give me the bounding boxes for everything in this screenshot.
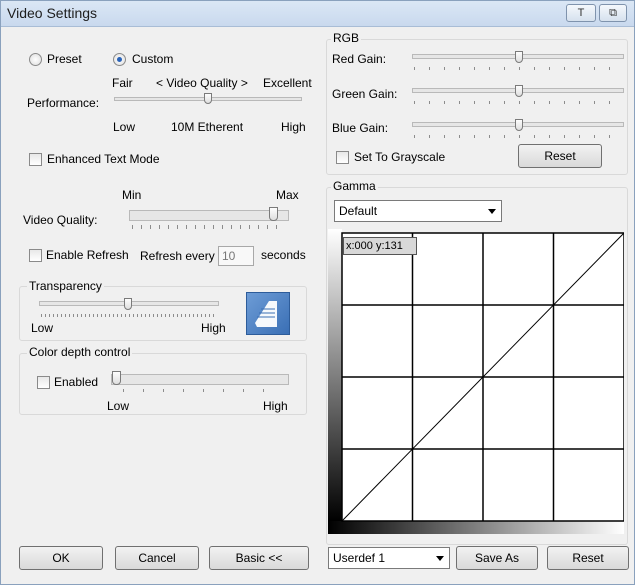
gamma-preset-select[interactable]: Default	[334, 200, 502, 222]
transparency-ticks	[41, 314, 216, 317]
custom-label: Custom	[132, 52, 174, 66]
color-depth-low-label: Low	[107, 399, 130, 413]
transparency-high-label: High	[201, 321, 226, 335]
red-gain-ticks	[414, 67, 622, 70]
video-quality-min-label: Min	[122, 188, 142, 202]
gamma-curve-value: Userdef 1	[333, 551, 386, 565]
video-quality-slider-track[interactable]	[129, 210, 289, 221]
performance-high-label: High	[281, 120, 306, 134]
gamma-reset-button[interactable]: Reset	[547, 546, 629, 570]
video-quality-slider-thumb[interactable]	[269, 207, 278, 221]
blue-gain-ticks	[414, 135, 622, 138]
enhanced-text-label: Enhanced Text Mode	[47, 152, 160, 166]
enable-refresh-checkbox[interactable]	[29, 249, 42, 262]
transparency-slider-thumb[interactable]	[124, 298, 132, 310]
color-depth-slider-track[interactable]	[111, 374, 289, 385]
video-quality-max-label: Max	[276, 188, 299, 202]
gamma-save-as-button[interactable]: Save As	[456, 546, 538, 570]
restore-button[interactable]: ⧉	[599, 4, 627, 22]
basic-toggle-button[interactable]: Basic <<	[209, 546, 309, 570]
performance-quality-label: < Video Quality >	[156, 76, 248, 90]
color-depth-enabled-label: Enabled	[54, 375, 99, 389]
refresh-interval-input[interactable]: 10	[218, 246, 254, 266]
color-depth-legend: Color depth control	[27, 345, 133, 359]
color-depth-slider-thumb[interactable]	[112, 371, 121, 385]
video-quality-ticks	[132, 225, 282, 229]
gamma-curve-select[interactable]: Userdef 1	[328, 547, 450, 569]
window-title: Video Settings	[7, 5, 98, 21]
color-depth-ticks	[123, 389, 283, 392]
enhanced-text-checkbox[interactable]	[29, 153, 42, 166]
video-settings-window: Video Settings T ⧉ Preset Custom Fair < …	[0, 0, 635, 585]
performance-label: Performance:	[27, 96, 100, 110]
performance-connection-label: 10M Etherent	[171, 120, 244, 134]
video-quality-label: Video Quality:	[23, 213, 98, 227]
refresh-seconds-label: seconds	[261, 248, 306, 262]
rgb-legend: RGB	[331, 31, 362, 45]
performance-slider-thumb[interactable]	[204, 93, 212, 104]
blue-gain-slider-thumb[interactable]	[515, 119, 523, 131]
performance-fair-label: Fair	[112, 76, 133, 90]
blue-gain-label: Blue Gain:	[332, 121, 389, 135]
cancel-button[interactable]: Cancel	[115, 546, 199, 570]
performance-excellent-label: Excellent	[263, 76, 312, 90]
chevron-down-icon	[436, 556, 444, 561]
pin-button[interactable]: T	[566, 4, 596, 22]
grayscale-checkbox[interactable]	[336, 151, 349, 164]
color-depth-high-label: High	[263, 399, 288, 413]
performance-low-label: Low	[113, 120, 136, 134]
chevron-down-icon	[488, 209, 496, 214]
window-transparency-icon	[246, 292, 290, 335]
ok-button[interactable]: OK	[19, 546, 103, 570]
red-gain-label: Red Gain:	[332, 52, 387, 66]
red-gain-slider-thumb[interactable]	[515, 51, 523, 63]
color-depth-enabled-checkbox[interactable]	[37, 376, 50, 389]
title-bar: Video Settings T ⧉	[1, 1, 634, 27]
gamma-legend: Gamma	[331, 179, 378, 193]
gamma-coordinate-readout: x:000 y:131	[343, 237, 417, 255]
rgb-reset-button[interactable]: Reset	[518, 144, 602, 168]
preset-radio[interactable]	[29, 53, 42, 66]
custom-radio[interactable]	[113, 53, 126, 66]
transparency-legend: Transparency	[27, 279, 104, 293]
grayscale-label: Set To Grayscale	[354, 150, 446, 164]
gamma-preset-value: Default	[339, 204, 378, 218]
green-gain-ticks	[414, 101, 622, 104]
green-gain-label: Green Gain:	[332, 87, 398, 101]
enable-refresh-label: Enable Refresh	[46, 248, 129, 262]
transparency-low-label: Low	[31, 321, 54, 335]
refresh-every-label: Refresh every	[140, 249, 215, 263]
green-gain-slider-thumb[interactable]	[515, 85, 523, 97]
preset-label: Preset	[47, 52, 82, 66]
gamma-curve-canvas[interactable]	[328, 229, 625, 534]
